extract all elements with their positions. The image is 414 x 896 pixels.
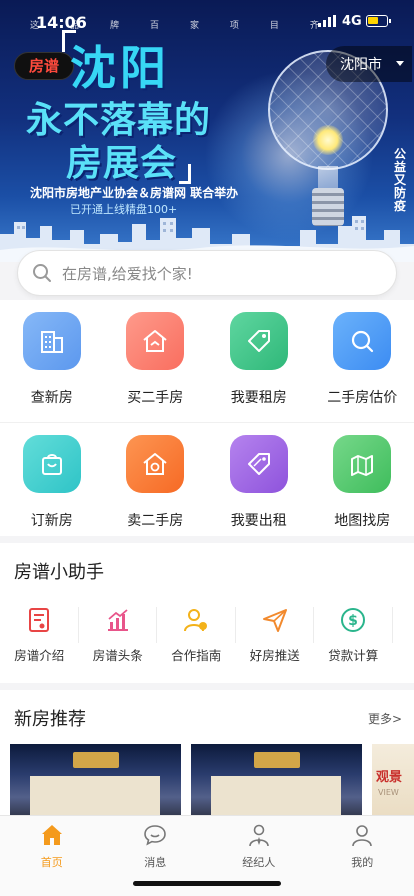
map-pin-icon [333, 435, 392, 493]
city-selector[interactable]: 沈阳市 [326, 46, 412, 82]
quick-action-order-new[interactable]: 订新房 [0, 435, 104, 530]
tab-label: 首页 [40, 856, 63, 869]
quick-action-label: 二手房估价 [327, 390, 398, 406]
banner-title-line3: 房展会 [66, 134, 192, 186]
assistant-title: 房谱小助手 [14, 562, 104, 583]
new-home-card[interactable]: 观景 VIEW [372, 744, 414, 820]
more-link[interactable]: 更多> [368, 710, 402, 727]
tab-label: 经纪人 [242, 856, 276, 869]
quick-actions-row: 订新房 卖二手房 我要出租 地图找房 [0, 422, 414, 530]
assistant-item-headlines[interactable]: 房谱头条 [79, 603, 157, 669]
new-home-card[interactable] [10, 744, 181, 820]
chat-bubble-icon [142, 822, 168, 848]
bulb-light [313, 125, 343, 155]
marquee-char: 百 [149, 21, 160, 31]
quick-action-label: 我要出租 [230, 513, 287, 529]
quick-action-valuation[interactable]: 二手房估价 [311, 312, 414, 407]
svg-text:$: $ [348, 613, 358, 629]
tab-label: 消息 [144, 856, 167, 869]
search-bar[interactable]: 在房谱,给爱找个家! [17, 250, 397, 296]
battery-tip [389, 19, 391, 23]
banner-organizer: 沈阳市房地产业协会＆房谱网 联合举办 [30, 186, 239, 200]
quick-actions-grid: 查新房 买二手房 我要租房 二手房估价 订新房 卖二手房 我要出租 地图找房 [0, 300, 414, 536]
tag-icon [229, 312, 288, 370]
magnifier-icon [333, 312, 392, 370]
status-bar: 这 品 牌 百 家 项 目 齐 14:06 4G [0, 0, 414, 44]
assistant-item-tax[interactable]: 税 [393, 603, 414, 669]
assistant-item-label: 合作指南 [171, 648, 222, 663]
assistant-item-label: 房谱头条 [92, 648, 143, 663]
marquee-char: 目 [269, 21, 280, 31]
house-coin-icon [126, 435, 185, 493]
quick-action-label: 地图找房 [334, 513, 391, 529]
person-icon [349, 822, 375, 848]
quick-action-map[interactable]: 地图找房 [311, 435, 414, 530]
project-sign [72, 752, 119, 768]
bracket-decoration [179, 164, 192, 184]
assistant-item-loan[interactable]: $ 贷款计算 [314, 603, 393, 669]
marquee-char: 项 [229, 21, 240, 31]
quick-action-label: 查新房 [30, 390, 73, 406]
partner-icon [183, 607, 209, 633]
banner-title-line3-text: 房展会 [66, 142, 178, 184]
quick-action-label: 订新房 [30, 513, 73, 529]
marquee-char: 牌 [109, 21, 120, 31]
banner-online-count: 已开通上线精盘100+ [70, 203, 178, 216]
quick-action-rent[interactable]: 我要租房 [207, 312, 311, 407]
battery-icon [366, 15, 391, 27]
new-homes-title: 新房推荐 [14, 709, 86, 730]
building-icon [22, 312, 81, 370]
tab-label: 我的 [351, 856, 374, 869]
agent-icon [246, 822, 272, 848]
trend-chart-icon [105, 607, 131, 633]
signal-icon [318, 15, 336, 27]
assistant-item-push[interactable]: 好房推送 [236, 603, 314, 669]
document-icon [26, 607, 52, 633]
marquee-char: 家 [189, 21, 200, 31]
assistant-list[interactable]: 房谱介绍 房谱头条 合作指南 好房推送 $ 贷款计算 [0, 603, 414, 669]
new-homes-section: 新房推荐 更多> 观景 VIEW [0, 690, 414, 820]
quick-action-buy-used[interactable]: 买二手房 [104, 312, 208, 407]
quick-action-sell-used[interactable]: 卖二手房 [104, 435, 208, 530]
quick-actions-row: 查新房 买二手房 我要租房 二手房估价 [0, 312, 414, 407]
paper-plane-icon [262, 607, 288, 633]
card-subtext: VIEW [378, 788, 399, 797]
building-image [211, 776, 341, 820]
city-selector-label: 沈阳市 [340, 57, 382, 73]
dollar-icon: $ [340, 607, 366, 633]
shopping-bag-icon [22, 435, 81, 493]
quick-action-let[interactable]: 我要出租 [207, 435, 311, 530]
brand-badge: 房谱 [14, 52, 74, 80]
project-sign [253, 752, 300, 768]
quick-action-new-homes[interactable]: 查新房 [0, 312, 104, 407]
rent-tag-icon [229, 435, 288, 493]
assistant-item-intro[interactable]: 房谱介绍 [0, 603, 79, 669]
house-icon [126, 312, 185, 370]
quick-action-label: 我要租房 [230, 390, 287, 406]
banner-side-text: 公益又防疫 [394, 147, 407, 213]
status-time: 14:06 [36, 13, 87, 32]
chevron-down-icon [396, 61, 404, 66]
new-home-card[interactable] [191, 744, 362, 820]
assistant-item-label: 贷款计算 [328, 648, 379, 663]
card-headline: 观景 [376, 770, 403, 785]
assistant-item-partner[interactable]: 合作指南 [157, 603, 236, 669]
network-type: 4G [342, 14, 362, 29]
quick-action-label: 买二手房 [127, 390, 184, 406]
home-indicator [133, 881, 281, 886]
search-placeholder: 在房谱,给爱找个家! [62, 264, 193, 283]
assistant-item-label: 好房推送 [249, 648, 300, 663]
building-image [30, 776, 160, 820]
assistant-section: 房谱小助手 房谱介绍 房谱头条 合作指南 好房推送 $ 贷款计算 [0, 543, 414, 683]
quick-action-label: 卖二手房 [127, 513, 184, 529]
bulb-neck [318, 166, 338, 190]
tab-home[interactable]: 首页 [0, 816, 104, 896]
battery-level [368, 17, 378, 24]
search-icon [33, 264, 51, 282]
banner-title-city-text: 沈阳 [70, 41, 170, 95]
home-icon [39, 822, 65, 848]
tab-profile[interactable]: 我的 [311, 816, 414, 896]
assistant-item-label: 房谱介绍 [14, 648, 65, 663]
